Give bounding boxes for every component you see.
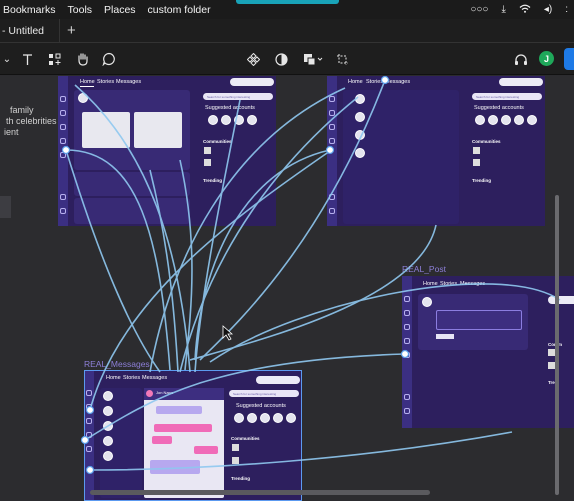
canvas-vertical-scrollbar[interactable] (555, 195, 559, 495)
prototype-connections (61, 75, 561, 475)
canvas-horizontal-scrollbar[interactable] (90, 490, 430, 495)
figma-window: Bookmarks Tools Places custom folder ○○○… (0, 0, 574, 501)
